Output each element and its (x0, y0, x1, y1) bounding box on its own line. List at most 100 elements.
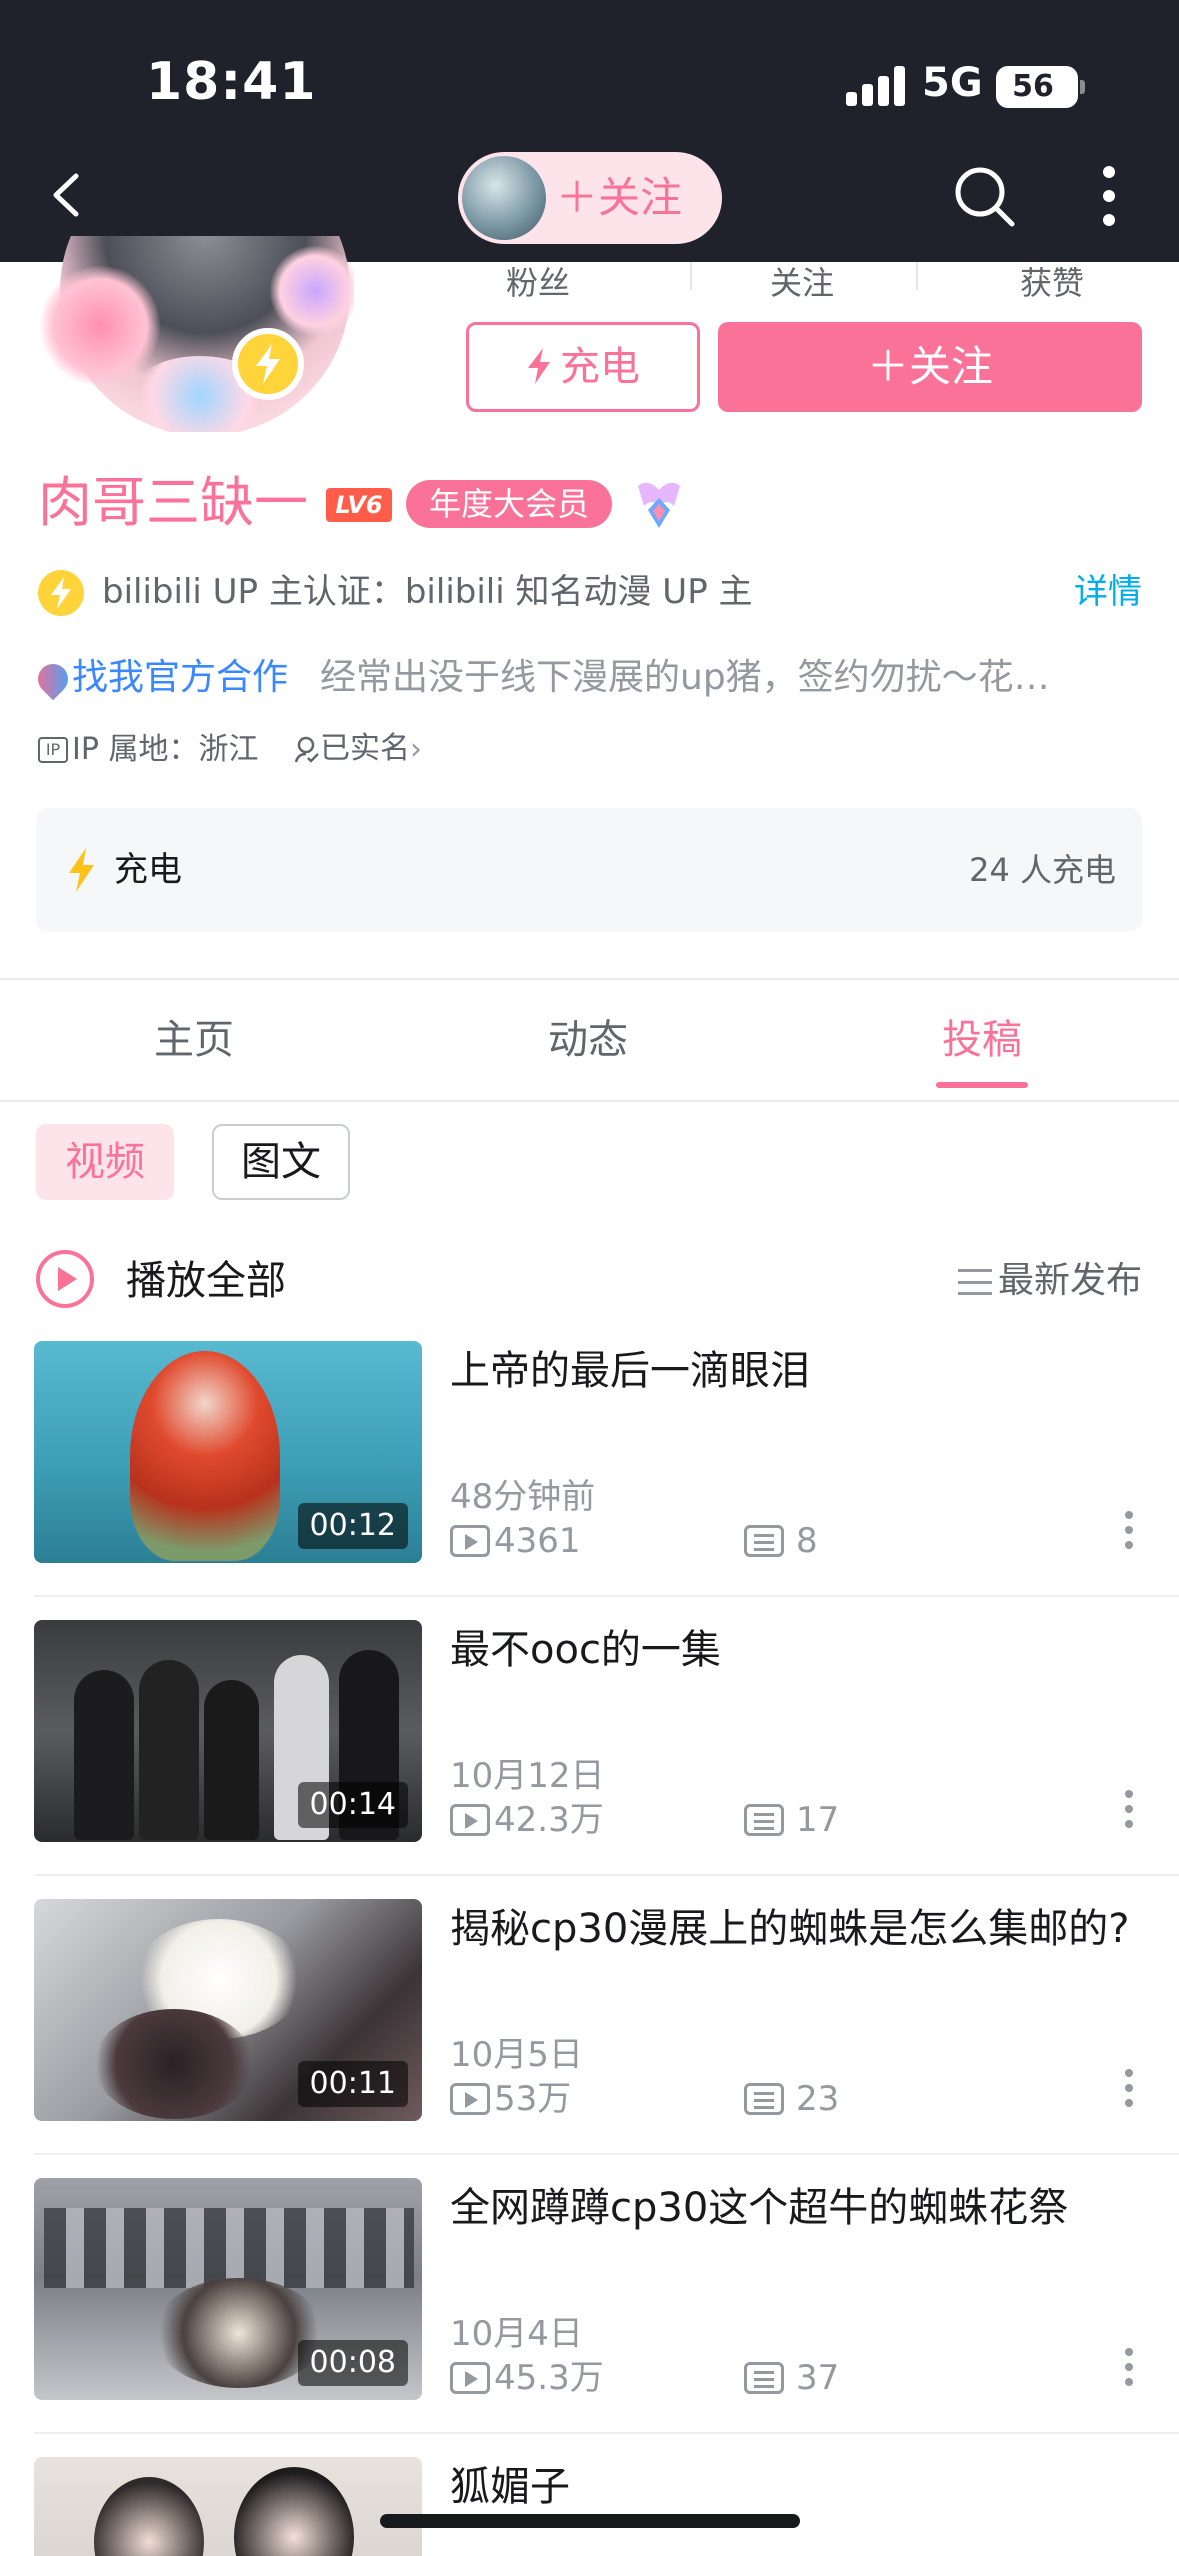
header-avatar (462, 156, 546, 240)
play-icon (58, 1267, 77, 1291)
comment-icon (744, 2082, 784, 2115)
video-title[interactable]: 揭秘cp30漫展上的蜘蛛是怎么集邮的? (450, 1899, 1130, 1959)
verified-lightning-icon (38, 570, 84, 616)
status-time: 18:41 (146, 52, 317, 112)
cooperation-link[interactable]: 找我官方合作 (72, 652, 288, 704)
chip-article[interactable]: 图文 (212, 1124, 350, 1200)
medal-icon[interactable] (630, 476, 688, 532)
charge-count: 24 人充电 (969, 851, 1116, 889)
fans-label[interactable]: 粉丝 (506, 258, 570, 304)
play-count-icon (450, 2082, 490, 2115)
following-label[interactable]: 关注 (770, 258, 834, 304)
person-check-icon (294, 736, 319, 763)
play-count-icon (450, 2361, 490, 2394)
thumbnail-subject (204, 1680, 259, 1840)
video-more-button[interactable] (1122, 1511, 1136, 1561)
stat-divider (690, 262, 692, 290)
charge-card-label: 充电 (114, 850, 182, 890)
top-navigation-bar: 18:41 5G 56 ＋关注 (0, 0, 1179, 262)
video-views: 45.3万 (494, 2357, 604, 2398)
tab-home[interactable]: 主页 (94, 980, 294, 1100)
play-all-row: 播放全部 最新发布 (36, 1248, 1142, 1314)
play-all-button[interactable]: 播放全部 (126, 1248, 286, 1314)
charge-badge-icon (232, 328, 304, 400)
video-thumbnail[interactable]: 00:11 (34, 1899, 422, 2121)
real-name-label: 已实名 (320, 731, 410, 766)
video-duration: 00:12 (297, 1503, 408, 1549)
lightning-icon (528, 348, 550, 384)
comment-icon (744, 1524, 784, 1557)
battery-level: 56 (1012, 69, 1054, 104)
video-more-button[interactable] (1122, 2348, 1136, 2398)
video-item[interactable]: 00:11 揭秘cp30漫展上的蜘蛛是怎么集邮的? 10月5日 53万 23 (0, 1899, 1179, 2178)
tab-dynamics[interactable]: 动态 (488, 980, 688, 1100)
video-comments: 23 (796, 2078, 840, 2119)
video-thumbnail[interactable]: 00:12 (34, 1341, 422, 1563)
bio-row[interactable]: 找我官方合作 经常出没于线下漫展的up猪，签约勿扰～花… (38, 652, 1142, 704)
back-button[interactable] (40, 160, 100, 230)
more-options-button[interactable] (1094, 166, 1124, 228)
video-thumbnail[interactable]: 00:14 (34, 1620, 422, 1842)
sort-button[interactable]: 最新发布 (957, 1248, 1142, 1314)
video-comments: 17 (796, 1799, 840, 1840)
thumbnail-subject (130, 1351, 280, 1561)
battery-icon: 56 (996, 66, 1078, 108)
video-date: 10月5日 (450, 2035, 583, 2075)
search-icon (955, 167, 1015, 227)
chevron-left-icon (53, 173, 79, 217)
video-stats: 45.3万 37 (450, 2354, 839, 2398)
vip-badge[interactable]: 年度大会员 (406, 480, 612, 528)
video-views: 42.3万 (494, 1799, 604, 1840)
video-title[interactable]: 狐媚子 (450, 2457, 1130, 2517)
real-name-link[interactable]: 已实名› (294, 726, 422, 773)
charge-button-label: 充电 (560, 344, 640, 390)
profile-avatar[interactable] (40, 236, 354, 432)
video-thumbnail[interactable] (34, 2457, 422, 2556)
video-item[interactable]: 00:12 上帝的最后一滴眼泪 48分钟前 4361 8 (0, 1341, 1179, 1620)
video-date: 48分钟前 (450, 1477, 596, 1517)
ip-icon: IP (38, 736, 68, 763)
verification-row: bilibili UP 主认证：bilibili 知名动漫 UP 主 详情 (38, 566, 1142, 618)
play-all-icon[interactable] (36, 1250, 94, 1308)
detail-link[interactable]: 详情 (1074, 566, 1142, 618)
more-dot-icon (1103, 190, 1115, 202)
avatar-frame-decoration (40, 266, 160, 386)
video-more-button[interactable] (1122, 1790, 1136, 1840)
comment-icon (744, 2361, 784, 2394)
network-type: 5G (922, 60, 983, 106)
video-title[interactable]: 全网蹲蹲cp30这个超牛的蜘蛛花祭 (450, 2178, 1130, 2238)
play-count-icon (450, 1803, 490, 1836)
chip-video[interactable]: 视频 (36, 1124, 174, 1200)
comment-icon (744, 1803, 784, 1836)
meta-row: IP IP 属地：浙江 已实名› (38, 726, 422, 772)
more-dot-icon (1103, 214, 1115, 226)
header-follow-button[interactable]: ＋关注 (458, 152, 722, 244)
video-title[interactable]: 上帝的最后一滴眼泪 (450, 1341, 1130, 1401)
video-more-button[interactable] (1122, 2069, 1136, 2119)
list-divider (34, 1595, 1179, 1597)
level-badge[interactable]: LV6 (326, 488, 392, 522)
video-item[interactable]: 狐媚子 (0, 2457, 1179, 2556)
charge-card[interactable]: 充电 24 人充电 (36, 808, 1142, 932)
video-stats: 53万 23 (450, 2075, 839, 2119)
follow-button[interactable]: ＋关注 (718, 322, 1142, 412)
search-button[interactable] (950, 162, 1018, 230)
thumbnail-subject (94, 2009, 254, 2119)
video-item[interactable]: 00:08 全网蹲蹲cp30这个超牛的蜘蛛花祭 10月4日 45.3万 37 (0, 2178, 1179, 2457)
video-item[interactable]: 00:14 最不ooc的一集 10月12日 42.3万 17 (0, 1620, 1179, 1899)
battery-tip (1080, 80, 1085, 94)
comment-count: 37 (744, 2354, 839, 2400)
header-follow-label: ＋关注 (556, 173, 683, 222)
video-title[interactable]: 最不ooc的一集 (450, 1620, 1130, 1680)
bio-text[interactable]: 经常出没于线下漫展的up猪，签约勿扰～花… (320, 652, 1142, 704)
thumbnail-subject (139, 1660, 199, 1840)
lightning-icon (256, 344, 280, 384)
video-views: 53万 (494, 2078, 572, 2119)
video-thumbnail[interactable]: 00:08 (34, 2178, 422, 2400)
charge-button[interactable]: 充电 (466, 322, 700, 412)
video-comments: 8 (796, 1520, 818, 1561)
lightning-icon (51, 577, 71, 609)
verification-text: bilibili UP 主认证：bilibili 知名动漫 UP 主 (102, 572, 753, 612)
thumbnail-crowd (44, 2208, 414, 2288)
likes-label[interactable]: 获赞 (1020, 258, 1084, 304)
